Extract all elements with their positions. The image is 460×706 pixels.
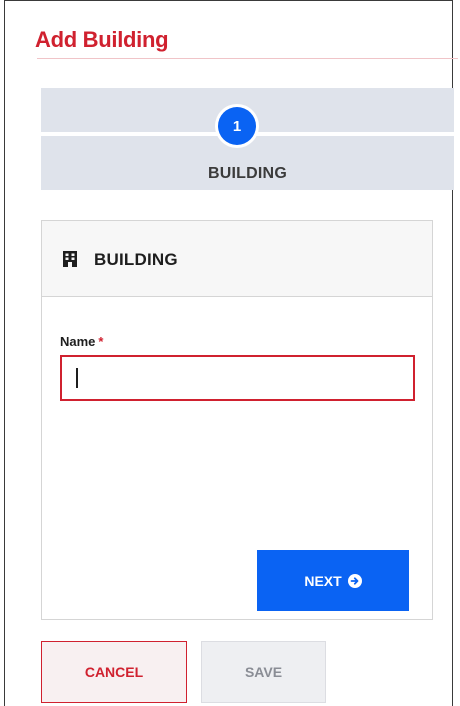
name-input[interactable] [60,355,415,401]
card-header-label: BUILDING [94,250,178,269]
required-marker: * [98,334,104,349]
arrow-circle-right-icon [347,573,362,588]
building-icon [63,251,77,267]
text-cursor [76,368,78,388]
building-form-card: BUILDING Name * NEXT [41,220,433,620]
step-1-label: BUILDING [208,165,287,182]
stepper: 1 BUILDING [41,88,454,190]
cancel-button[interactable]: CANCEL [41,641,187,703]
app-frame: Add Building 1 BUILDING BUILDING Name * N… [4,0,458,706]
step-1-number: 1 [218,107,256,145]
title-divider [37,58,458,59]
name-label-text: Name [60,334,96,349]
page-title: Add Building [35,27,169,52]
next-button[interactable]: NEXT [257,550,409,611]
card-header: BUILDING [42,221,432,297]
step-1-indicator[interactable]: 1 [215,104,259,148]
save-button[interactable]: SAVE [201,641,326,703]
next-button-label: NEXT [304,572,342,589]
name-field-label: Name * [60,334,103,349]
